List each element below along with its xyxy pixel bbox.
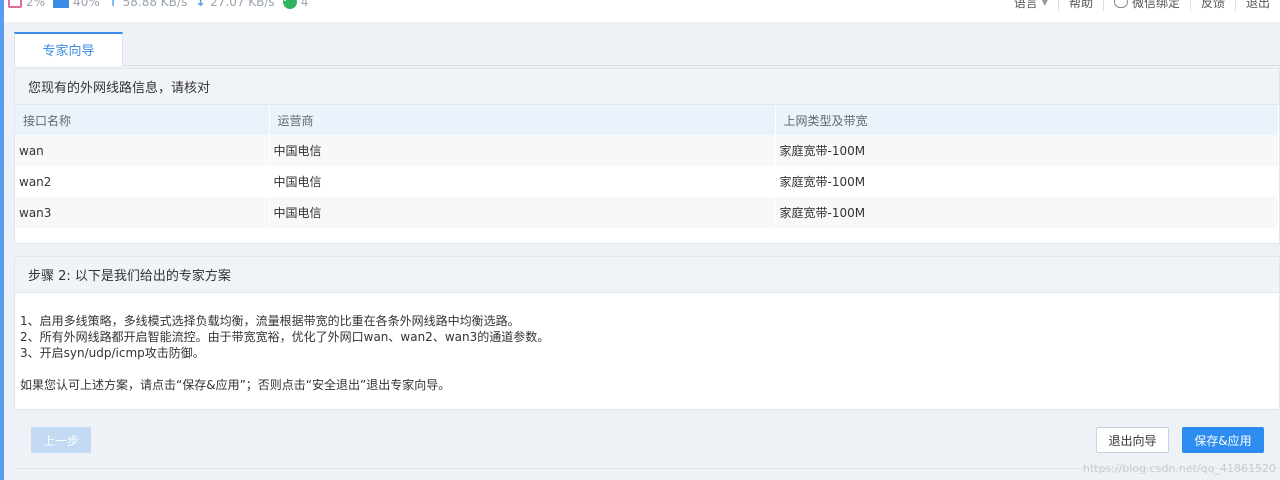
check-icon: ✓	[282, 0, 297, 9]
expert-plan-content: 1、启用多线策略，多线模式选择负载均衡，流量根据带宽的比重在各条外网线路中均衡选…	[15, 293, 1279, 393]
download-arrow-icon: ↓	[195, 0, 207, 10]
wan-lines-table: 接口名称 运营商 上网类型及带宽 wan 中国电信 家庭宽带-100M wan2…	[15, 105, 1279, 228]
cell-type-bandwidth: 家庭宽带-100M	[775, 135, 1279, 166]
expert-plan-panel-title: 步骤 2: 以下是我们给出的专家方案	[15, 257, 1279, 293]
plan-line: 1、启用多线策略，多线模式选择负载均衡，流量根据带宽的比重在各条外网线路中均衡选…	[20, 314, 520, 328]
tab-bar: 专家向导	[14, 32, 1280, 66]
online-value: 4	[300, 0, 309, 9]
expert-plan-panel: 步骤 2: 以下是我们给出的专家方案 1、启用多线策略，多线模式选择负载均衡，流…	[14, 256, 1280, 410]
top-status-bar: 2% 40% ↑ 58.88 KB/s ↓ 27.07 KB/s ✓ 4 语言 …	[4, 0, 1280, 22]
cell-interface: wan2	[15, 166, 270, 197]
table-row: wan3 中国电信 家庭宽带-100M	[15, 197, 1279, 228]
wan-lines-panel-title: 您现有的外网线路信息，请核对	[15, 69, 1279, 105]
cpu-icon	[8, 0, 22, 8]
memory-icon	[53, 0, 70, 8]
column-header-isp: 运营商	[269, 105, 776, 135]
left-accent-strip	[0, 0, 4, 480]
cell-isp: 中国电信	[269, 135, 776, 166]
tab-expert-wizard[interactable]: 专家向导	[14, 32, 123, 66]
cell-type-bandwidth: 家庭宽带-100M	[775, 197, 1279, 228]
plan-line: 3、开启syn/udp/icmp攻击防御。	[20, 346, 205, 360]
system-stats: 2% 40% ↑ 58.88 KB/s ↓ 27.07 KB/s ✓ 4	[8, 0, 316, 12]
cell-interface: wan3	[15, 197, 270, 228]
top-menu: 语言 ▼ 帮助 微信绑定 反馈 退出	[1004, 0, 1280, 12]
download-value: 27.07 KB/s	[210, 0, 275, 9]
upload-value: 58.88 KB/s	[122, 0, 188, 9]
cpu-stat: 2%	[8, 0, 45, 9]
language-label: 语言	[1013, 0, 1038, 10]
plan-note: 如果您认可上述方案，请点击“保存&应用”；否则点击“安全退出”退出专家向导。	[20, 378, 451, 392]
column-header-type-bandwidth: 上网类型及带宽	[775, 105, 1279, 135]
upload-stat: ↑ 58.88 KB/s	[108, 0, 187, 10]
feedback-link[interactable]: 反馈	[1189, 0, 1235, 11]
column-header-interface: 接口名称	[15, 105, 270, 135]
help-link[interactable]: 帮助	[1057, 0, 1103, 11]
plan-line: 2、所有外网线路都开启智能流控。由于带宽宽裕，优化了外网口wan、wan2、wa…	[20, 330, 550, 344]
wan-lines-panel: 您现有的外网线路信息，请核对 接口名称 运营商 上网类型及带宽 wan 中国电信…	[14, 68, 1280, 244]
cell-type-bandwidth: 家庭宽带-100M	[775, 166, 1279, 197]
watermark: https://blog.csdn.net/qq_41861520	[1082, 462, 1276, 475]
previous-step-button[interactable]: 上一步	[31, 427, 91, 453]
download-stat: ↓ 27.07 KB/s	[195, 0, 274, 10]
memory-stat: 40%	[53, 0, 100, 9]
cell-isp: 中国电信	[269, 166, 776, 197]
language-menu[interactable]: 语言 ▼	[1004, 0, 1058, 11]
save-apply-button[interactable]: 保存&应用	[1182, 427, 1264, 453]
exit-wizard-button[interactable]: 退出向导	[1096, 427, 1169, 453]
wechat-icon	[1113, 0, 1128, 8]
cell-interface: wan	[15, 135, 270, 166]
caret-down-icon: ▼	[1041, 0, 1048, 7]
logout-link[interactable]: 退出	[1234, 0, 1280, 11]
memory-value: 40%	[73, 0, 100, 9]
cell-isp: 中国电信	[269, 197, 776, 228]
wechat-bind-link[interactable]: 微信绑定	[1102, 0, 1190, 11]
table-header-row: 接口名称 运营商 上网类型及带宽	[15, 105, 1279, 135]
table-row: wan 中国电信 家庭宽带-100M	[15, 135, 1279, 166]
wechat-label: 微信绑定	[1131, 0, 1180, 10]
upload-arrow-icon: ↑	[107, 0, 119, 10]
online-stat: ✓ 4	[282, 0, 309, 9]
table-row: wan2 中国电信 家庭宽带-100M	[15, 166, 1279, 197]
cpu-value: 2%	[26, 0, 46, 9]
